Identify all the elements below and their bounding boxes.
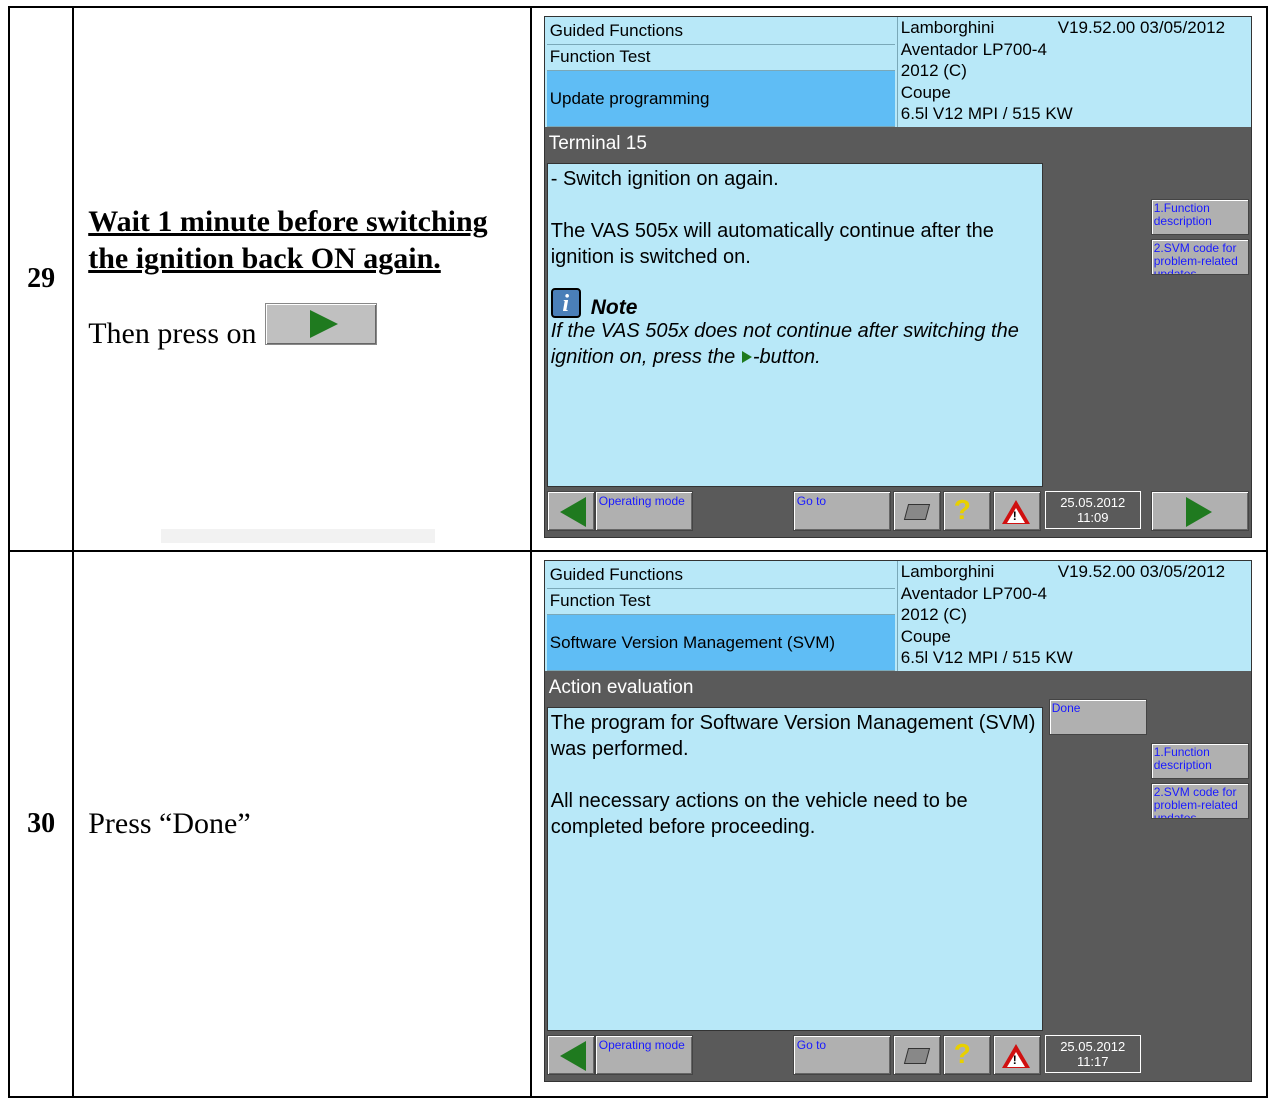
help-icon: ? bbox=[953, 494, 971, 525]
step-number: 30 bbox=[7, 550, 75, 1098]
message-panel: - Switch ignition on again. The VAS 505x… bbox=[546, 163, 1043, 487]
vehicle-model: Aventador LP700-4 bbox=[900, 39, 1047, 59]
operating-mode-label: Operating mode bbox=[598, 1038, 685, 1052]
back-button[interactable] bbox=[546, 1035, 595, 1075]
message-line: - Switch ignition on again. bbox=[550, 168, 779, 190]
done-button[interactable]: Done bbox=[1048, 699, 1147, 735]
play-arrow-icon bbox=[741, 351, 752, 363]
function-description-button[interactable]: 1.Function description bbox=[1150, 199, 1249, 235]
instruction-then-text: Then press on bbox=[88, 317, 257, 350]
goto-button[interactable]: Go to bbox=[792, 491, 891, 531]
time: 11:17 bbox=[1076, 1054, 1109, 1069]
printer-icon bbox=[903, 1048, 930, 1064]
message-line: All necessary actions on the vehicle nee… bbox=[550, 790, 968, 838]
vehicle-body: Coupe bbox=[900, 82, 951, 102]
screenshot-cell: Guided Functions Function Test Update pr… bbox=[161, 6, 1268, 552]
instruction-then: Then press on bbox=[88, 303, 530, 355]
screenshot-shadow bbox=[161, 529, 435, 543]
bottom-toolbar: Operating mode Go to ? ! 25.05.2012 11:1… bbox=[545, 1035, 1251, 1079]
header-guided-functions: Guided Functions bbox=[546, 19, 895, 45]
header-function-test: Function Test bbox=[546, 45, 895, 71]
vas-screen: Guided Functions Function Test Software … bbox=[543, 560, 1252, 1082]
operating-mode-button[interactable]: Operating mode bbox=[594, 1035, 693, 1075]
screen-header: Guided Functions Function Test Update pr… bbox=[544, 17, 1251, 127]
vas-screen: Guided Functions Function Test Update pr… bbox=[543, 16, 1252, 538]
print-button[interactable] bbox=[892, 491, 941, 531]
back-button[interactable] bbox=[546, 491, 595, 531]
message-line: The VAS 505x will automatically continue… bbox=[550, 220, 994, 268]
warning-button[interactable]: ! bbox=[992, 491, 1041, 531]
function-description-button[interactable]: 1.Function description bbox=[1150, 743, 1249, 779]
table-row: 29 Wait 1 minute before switching the ig… bbox=[7, 6, 1268, 552]
help-icon: ? bbox=[953, 1038, 971, 1069]
warning-icon-mark: ! bbox=[1012, 1053, 1017, 1067]
date: 25.05.2012 bbox=[1060, 495, 1126, 510]
date: 25.05.2012 bbox=[1060, 1039, 1126, 1054]
instruction-warning: Wait 1 minute before switching the ignit… bbox=[88, 205, 488, 275]
header-guided-functions: Guided Functions bbox=[546, 563, 895, 589]
note-text: If the VAS 505x does not continue after … bbox=[551, 318, 1039, 370]
next-button[interactable] bbox=[1150, 491, 1249, 531]
printer-icon bbox=[903, 504, 930, 520]
svm-code-button[interactable]: 2.SVM code for problem-related updates bbox=[1150, 239, 1249, 275]
step-number: 29 bbox=[7, 6, 75, 552]
vehicle-model: Aventador LP700-4 bbox=[900, 583, 1047, 603]
vehicle-engine: 6.5l V12 MPI / 515 KW bbox=[900, 104, 1073, 123]
section-title: Terminal 15 bbox=[544, 127, 1251, 161]
table-row: 30 Press “Done” Guided Functions Functio… bbox=[7, 529, 1268, 1098]
message-line: The program for Software Version Managem… bbox=[550, 712, 1036, 760]
warning-icon-mark: ! bbox=[1012, 509, 1017, 523]
vehicle-info: Lamborghini Aventador LP700-4 2012 (C) C… bbox=[896, 17, 1249, 127]
vehicle-year: 2012 (C) bbox=[900, 61, 967, 80]
date-time: 25.05.2012 11:17 bbox=[1044, 1035, 1141, 1073]
operating-mode-label: Operating mode bbox=[598, 494, 685, 508]
goto-label: Go to bbox=[796, 494, 827, 508]
vehicle-body: Coupe bbox=[900, 626, 951, 646]
note-label: Note bbox=[590, 296, 638, 319]
goto-button[interactable]: Go to bbox=[792, 1035, 891, 1075]
vehicle-info: Lamborghini Aventador LP700-4 2012 (C) C… bbox=[896, 561, 1249, 671]
message-panel: The program for Software Version Managem… bbox=[546, 707, 1043, 1031]
note-header: i Note bbox=[550, 288, 1039, 319]
header-current-function: Software Version Management (SVM) bbox=[546, 615, 895, 671]
step-instruction: Wait 1 minute before switching the ignit… bbox=[72, 6, 532, 552]
date-time: 25.05.2012 11:09 bbox=[1044, 491, 1141, 529]
header-function-test: Function Test bbox=[546, 589, 895, 615]
print-button[interactable] bbox=[892, 1035, 941, 1075]
svm-code-button[interactable]: 2.SVM code for problem-related updates bbox=[1150, 783, 1249, 819]
instruction-table: 29 Wait 1 minute before switching the ig… bbox=[7, 6, 1268, 1098]
step-instruction: Press “Done” bbox=[72, 550, 532, 1098]
info-icon: i bbox=[550, 288, 581, 318]
help-button[interactable]: ? bbox=[942, 1035, 991, 1075]
screen-header: Guided Functions Function Test Software … bbox=[544, 561, 1251, 671]
note-text-part: -button. bbox=[752, 346, 821, 368]
vehicle-year: 2012 (C) bbox=[900, 605, 967, 624]
back-arrow-icon bbox=[559, 497, 586, 527]
software-version: V19.52.00 03/05/2012 bbox=[1057, 562, 1226, 581]
bottom-toolbar: Operating mode Go to ? ! 25.05.2012 11:0… bbox=[545, 491, 1251, 535]
help-button[interactable]: ? bbox=[942, 491, 991, 531]
warning-button[interactable]: ! bbox=[992, 1035, 1041, 1075]
vehicle-engine: 6.5l V12 MPI / 515 KW bbox=[900, 648, 1073, 667]
back-arrow-icon bbox=[559, 1041, 586, 1071]
software-version: V19.52.00 03/05/2012 bbox=[1057, 18, 1226, 37]
header-current-function: Update programming bbox=[546, 71, 895, 127]
forward-arrow-icon bbox=[1185, 497, 1212, 527]
next-button-image bbox=[264, 303, 377, 345]
operating-mode-button[interactable]: Operating mode bbox=[594, 491, 693, 531]
time: 11:09 bbox=[1076, 510, 1109, 525]
screenshot-cell: Guided Functions Function Test Software … bbox=[161, 529, 1268, 1098]
play-arrow-icon bbox=[309, 310, 338, 338]
goto-label: Go to bbox=[796, 1038, 827, 1052]
